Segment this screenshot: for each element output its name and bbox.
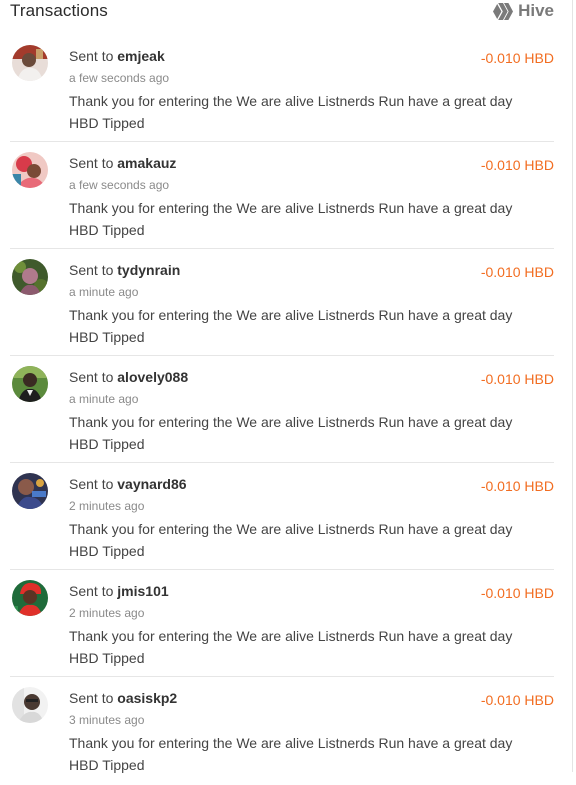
transaction-title: Sent to amakauz — [69, 155, 176, 171]
transaction-memo: Thank you for entering the We are alive … — [69, 307, 513, 345]
sent-to-label: Sent to — [69, 690, 114, 706]
transaction-row[interactable]: Sent to emjeak -0.010 HBD a few seconds … — [10, 36, 554, 142]
transactions-header: Transactions Hive — [10, 0, 554, 24]
transaction-row[interactable]: Sent to tydynrain -0.010 HBD a minute ag… — [10, 250, 554, 356]
avatar[interactable] — [12, 580, 48, 616]
recipient-link[interactable]: emjeak — [117, 48, 164, 64]
transaction-amount: -0.010 HBD — [480, 585, 554, 601]
sent-to-label: Sent to — [69, 262, 114, 278]
transaction-memo: Thank you for entering the We are alive … — [69, 735, 513, 773]
transaction-title: Sent to jmis101 — [69, 583, 169, 599]
avatar[interactable] — [12, 259, 48, 295]
transaction-row[interactable]: Sent to alovely088 -0.010 HBD a minute a… — [10, 357, 554, 463]
transaction-time: a minute ago — [69, 285, 139, 299]
chain-label-text: Hive — [518, 1, 554, 20]
sent-to-label: Sent to — [69, 583, 114, 599]
transactions-panel: Transactions Hive Sent to emjeak -0.010 … — [0, 0, 573, 773]
transaction-memo: Thank you for entering the We are alive … — [69, 414, 513, 452]
recipient-link[interactable]: alovely088 — [117, 369, 188, 385]
recipient-link[interactable]: tydynrain — [117, 262, 180, 278]
avatar[interactable] — [12, 473, 48, 509]
transaction-time: a minute ago — [69, 392, 139, 406]
transaction-row[interactable]: Sent to amakauz -0.010 HBD a few seconds… — [10, 143, 554, 249]
avatar[interactable] — [12, 366, 48, 402]
avatar[interactable] — [12, 45, 48, 81]
transaction-title: Sent to emjeak — [69, 48, 165, 64]
avatar[interactable] — [12, 152, 48, 188]
transaction-memo: Thank you for entering the We are alive … — [69, 521, 513, 559]
transaction-title: Sent to oasiskp2 — [69, 690, 177, 706]
sent-to-label: Sent to — [69, 476, 114, 492]
transaction-memo: Thank you for entering the We are alive … — [69, 200, 513, 238]
transaction-amount: -0.010 HBD — [480, 157, 554, 173]
transaction-amount: -0.010 HBD — [480, 371, 554, 387]
transaction-amount: -0.010 HBD — [480, 264, 554, 280]
chain-label[interactable]: Hive — [493, 1, 554, 21]
transaction-row[interactable]: Sent to jmis101 -0.010 HBD 2 minutes ago… — [10, 571, 554, 677]
transaction-row[interactable]: Sent to oasiskp2 -0.010 HBD 3 minutes ag… — [10, 678, 554, 784]
recipient-link[interactable]: jmis101 — [117, 583, 168, 599]
transaction-list: Sent to emjeak -0.010 HBD a few seconds … — [10, 36, 554, 785]
transaction-amount: -0.010 HBD — [480, 692, 554, 708]
transaction-memo: Thank you for entering the We are alive … — [69, 628, 513, 666]
panel-title: Transactions — [10, 1, 108, 20]
transaction-time: 3 minutes ago — [69, 713, 145, 727]
recipient-link[interactable]: oasiskp2 — [117, 690, 177, 706]
transaction-amount: -0.010 HBD — [480, 50, 554, 66]
transaction-title: Sent to alovely088 — [69, 369, 188, 385]
transaction-time: a few seconds ago — [69, 71, 170, 85]
sent-to-label: Sent to — [69, 369, 114, 385]
transaction-time: 2 minutes ago — [69, 606, 145, 620]
transaction-time: 2 minutes ago — [69, 499, 145, 513]
transaction-row[interactable]: Sent to vaynard86 -0.010 HBD 2 minutes a… — [10, 464, 554, 570]
transaction-title: Sent to vaynard86 — [69, 476, 187, 492]
hive-logo-icon — [493, 2, 514, 20]
transaction-time: a few seconds ago — [69, 178, 170, 192]
sent-to-label: Sent to — [69, 48, 114, 64]
sent-to-label: Sent to — [69, 155, 114, 171]
recipient-link[interactable]: vaynard86 — [117, 476, 186, 492]
avatar[interactable] — [12, 687, 48, 723]
transaction-memo: Thank you for entering the We are alive … — [69, 93, 513, 131]
transaction-title: Sent to tydynrain — [69, 262, 180, 278]
recipient-link[interactable]: amakauz — [117, 155, 176, 171]
transaction-amount: -0.010 HBD — [480, 478, 554, 494]
